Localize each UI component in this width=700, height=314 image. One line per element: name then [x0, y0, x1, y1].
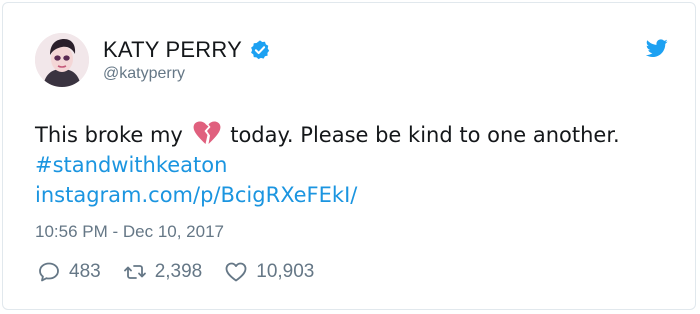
like-count: 10,903: [256, 261, 315, 282]
broken-heart-icon: [192, 120, 222, 146]
author-handle[interactable]: @katyperry: [103, 65, 185, 83]
tweet-timestamp[interactable]: 10:56 PM - Dec 10, 2017: [35, 222, 224, 242]
tweet-text-part-2: today. Please be kind to one another.: [230, 123, 620, 147]
author-name-row[interactable]: KATY PERRY: [103, 36, 271, 64]
like-button[interactable]: 10,903: [224, 260, 314, 284]
hashtag-link[interactable]: #standwithkeaton: [35, 153, 227, 177]
reply-count: 483: [69, 261, 101, 282]
verified-badge-icon: [249, 39, 271, 61]
author-display-name[interactable]: KATY PERRY: [103, 37, 242, 63]
avatar-image: [35, 33, 89, 87]
twitter-bird-icon[interactable]: [645, 39, 668, 58]
heart-icon: [225, 262, 247, 282]
reply-icon: [39, 262, 59, 282]
avatar[interactable]: [35, 33, 89, 87]
retweet-icon: [123, 265, 146, 279]
tweet-text-part-1: This broke my: [35, 123, 183, 147]
tweet-actions: 483 2,398 10,903: [37, 260, 336, 284]
tweet-text: This broke my today. Please be kind to o…: [35, 120, 675, 210]
instagram-link[interactable]: instagram.com/p/BcigRXeFEkI/: [35, 183, 357, 207]
retweet-count: 2,398: [154, 261, 203, 282]
retweet-button[interactable]: 2,398: [123, 260, 203, 284]
tweet-card: KATY PERRY @katyperry This broke my toda…: [2, 2, 696, 310]
reply-button[interactable]: 483: [37, 260, 101, 284]
